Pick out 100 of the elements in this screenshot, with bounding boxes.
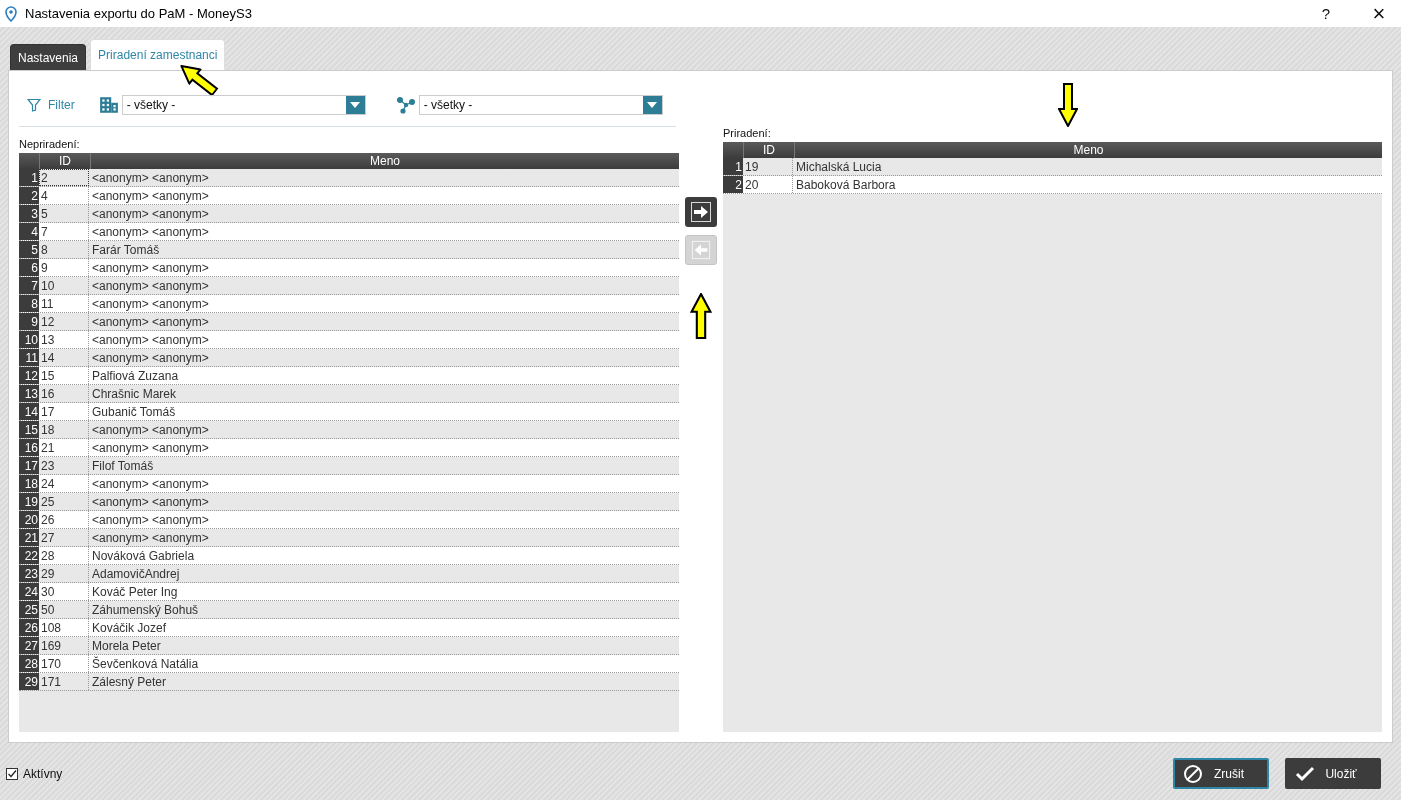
row-number: 18 [19,475,39,492]
table-cell[interactable]: 12 [39,313,89,330]
table-cell-text: <anonym> <anonym> [91,493,210,510]
row-number: 14 [19,403,39,420]
table-cell[interactable]: 5 [39,205,89,222]
table-cell-text: <anonym> <anonym> [91,223,210,240]
table-cell-text: Záhumenský Bohuš [91,601,200,618]
table-cell-text: <anonym> <anonym> [91,259,210,276]
row-number: 24 [19,583,39,600]
row-number: 10 [19,331,39,348]
row-number: 21 [19,529,39,546]
table-cell[interactable]: 16 [39,385,89,402]
checkbox-label: Aktívny [23,767,63,781]
dropdown[interactable]: - všetky - [418,95,663,115]
table-cell[interactable]: 171 [39,673,89,690]
row-number: 1 [723,158,743,175]
table-cell-text: <anonym> <anonym> [91,313,210,330]
network-icon [395,96,416,114]
dropdown[interactable]: - všetky - [121,95,366,115]
table-cell-text: <anonym> <anonym> [91,349,210,366]
checkbox[interactable] [6,768,18,780]
table-cell[interactable]: 108 [39,619,89,636]
table-cell-text: <anonym> <anonym> [91,295,210,312]
window-title: Nastavenia exportu do PaM - MoneyS3 [25,6,252,21]
move-right-button[interactable] [685,197,717,227]
cancel-button[interactable]: Zrušit [1173,758,1269,789]
cancel-icon [1183,763,1203,784]
table-cell[interactable]: 4 [39,187,89,204]
table-cell-text: Palfiová Zuzana [91,367,180,384]
table-cell-text: <anonym> <anonym> [91,421,210,438]
row-number: 16 [19,439,39,456]
row-number: 9 [19,313,39,330]
table-cell-text: Zálesný Peter [91,673,168,690]
help-button[interactable]: ? [1319,5,1333,22]
building-icon [98,96,119,114]
table-cell[interactable]: 17 [39,403,89,420]
row-number: 6 [19,259,39,276]
row-number: 1 [19,169,39,186]
table-cell[interactable]: 19 [743,158,793,175]
table-cell[interactable]: 27 [39,529,89,546]
row-number: 2 [19,187,39,204]
table-cell[interactable]: 30 [39,583,89,600]
row-number: 27 [19,637,39,654]
table-cell[interactable]: 26 [39,511,89,528]
table-cell[interactable]: 10 [39,277,89,294]
row-number: 8 [19,295,39,312]
row-number: 2 [723,176,743,193]
filter-button[interactable]: Filter [27,98,75,112]
table-cell[interactable]: 29 [39,565,89,582]
table-cell-text: Filof Tomáš [91,457,155,474]
table-cell[interactable]: 25 [39,493,89,510]
table-cell-text: Nováková Gabriela [91,547,196,564]
row-number: 7 [19,277,39,294]
table-cell-text: <anonym> <anonym> [91,511,210,528]
location-pin-icon [5,5,17,22]
table-cell[interactable]: 21 [39,439,89,456]
table-cell-text: Michalská Lucia [795,158,883,175]
table-cell[interactable]: 15 [39,367,89,384]
table-cell[interactable]: 9 [39,259,89,276]
table-cell[interactable]: 20 [743,176,793,193]
table-cell[interactable]: 170 [39,655,89,672]
table-cell-text: Baboková Barbora [795,176,897,193]
row-number: 5 [19,241,39,258]
table-cell-text: Kováč Peter Ing [91,583,179,600]
close-button[interactable]: × [1369,3,1389,24]
table-cell[interactable]: 7 [39,223,89,240]
table-cell[interactable]: 18 [39,421,89,438]
table-cell-text: <anonym> <anonym> [91,529,210,546]
table-cell[interactable]: 2 [39,169,89,186]
table-cell[interactable]: 24 [39,475,89,492]
pointer-arrow-icon [690,293,712,339]
table-cell[interactable]: 14 [39,349,89,366]
table-cell[interactable]: 11 [39,295,89,312]
row-number: 15 [19,421,39,438]
save-button[interactable]: Uložiť [1285,758,1381,789]
table-cell[interactable]: 13 [39,331,89,348]
table-cell[interactable]: 50 [39,601,89,618]
tab[interactable]: Priradení zamestnanci [90,39,226,70]
caret-icon [647,102,658,108]
tab[interactable]: Nastavenia [10,44,87,70]
row-number: 17 [19,457,39,474]
row-number: 28 [19,655,39,672]
table-cell[interactable]: 23 [39,457,89,474]
row-number: 19 [19,493,39,510]
filter-icon [27,98,41,112]
row-number: 29 [19,673,39,690]
row-number: 3 [19,205,39,222]
pointer-arrow-icon [1057,83,1078,127]
table-cell-text: Kováčik Jozef [91,619,168,636]
row-number: 12 [19,367,39,384]
table-cell[interactable]: 169 [39,637,89,654]
grid-label: Priradení: [723,127,772,141]
table-cell-text: <anonym> <anonym> [91,475,210,492]
table-cell[interactable]: 28 [39,547,89,564]
checkmark-icon [7,769,17,779]
caret-icon [350,102,361,108]
table-cell-text: Morela Peter [91,637,162,654]
table-cell[interactable]: 8 [39,241,89,258]
row-number: 22 [19,547,39,564]
row-number: 26 [19,619,39,636]
